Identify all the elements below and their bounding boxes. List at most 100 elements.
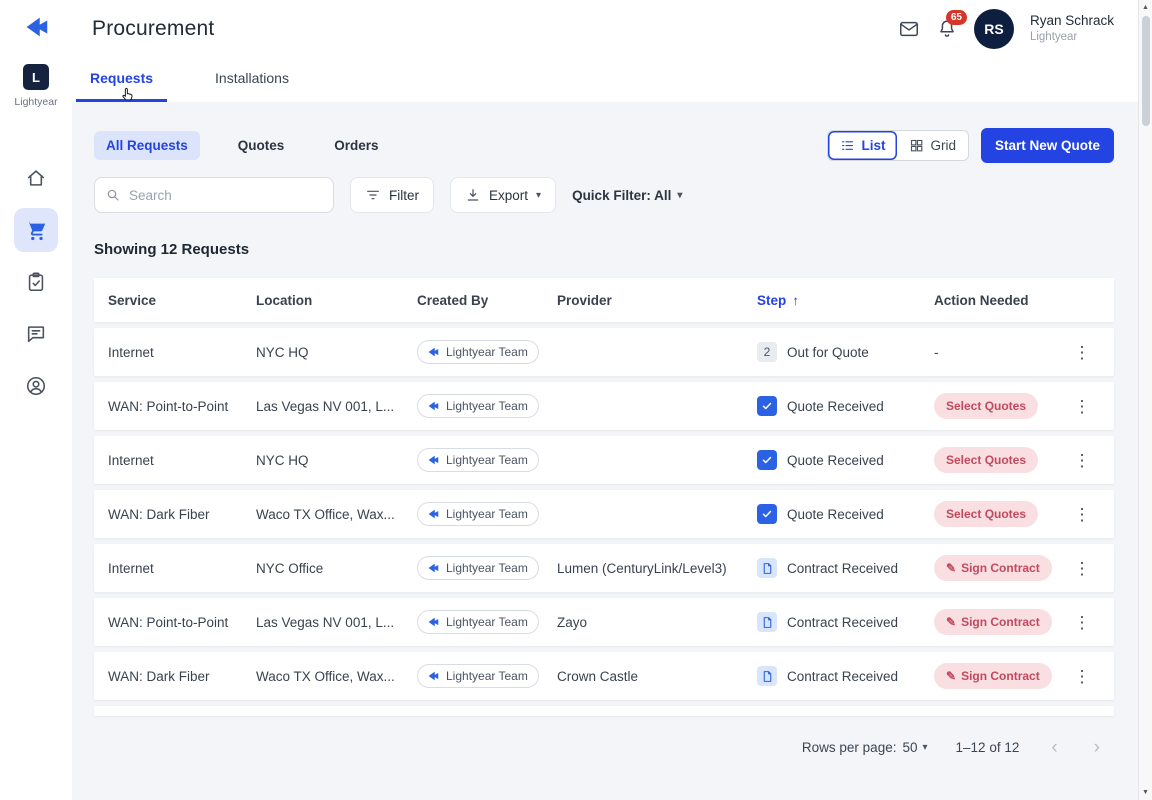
pagination: Rows per page: 50 ▾ 1–12 of 12 ‹ › xyxy=(94,716,1114,757)
cell-created-by: Lightyear Team xyxy=(417,664,557,688)
user-avatar[interactable]: RS xyxy=(973,9,1014,49)
scroll-up-arrow[interactable]: ▲ xyxy=(1139,4,1152,11)
created-by-label: Lightyear Team xyxy=(446,453,528,467)
step-label: Quote Received xyxy=(787,452,884,468)
home-icon xyxy=(27,170,45,186)
created-by-label: Lightyear Team xyxy=(446,615,528,629)
action-pill[interactable]: Select Quotes xyxy=(934,447,1039,473)
sidebar-item-tasks[interactable] xyxy=(14,260,58,304)
pencil-icon: ✎ xyxy=(946,561,957,575)
row-menu-button[interactable]: ⋮ xyxy=(1068,392,1096,420)
previous-page-button[interactable]: ‹ xyxy=(1047,738,1061,757)
user-info: Ryan Schrack Lightyear xyxy=(1030,13,1114,44)
cell-service: WAN: Point-to-Point xyxy=(108,614,229,630)
table-row[interactable]: WAN: Dark Fiber Waco TX Office, Wax... Lig… xyxy=(94,652,1114,700)
subtab-quotes[interactable]: Quotes xyxy=(226,131,297,160)
row-menu-button[interactable]: ⋮ xyxy=(1068,608,1096,636)
view-controls: List Grid Start New Quote xyxy=(827,128,1114,163)
column-created-by[interactable]: Created By xyxy=(417,293,557,308)
quote-received-icon xyxy=(757,504,777,524)
table-row[interactable]: Internet NYC HQ Lightyear Team 2 Out for Quo… xyxy=(94,328,1114,376)
table-row[interactable]: WAN: Dark Fiber Waco TX Office, Wax... Lig… xyxy=(94,490,1114,538)
cell-action-needed: Select Quotes xyxy=(934,501,1068,527)
notifications-button[interactable]: 65 xyxy=(936,10,967,40)
action-none: - xyxy=(934,344,939,360)
lightyear-logo-icon[interactable] xyxy=(21,12,51,42)
step-number-badge: 2 xyxy=(757,342,777,362)
next-page-button[interactable]: › xyxy=(1090,738,1104,757)
pencil-icon: ✎ xyxy=(946,669,957,683)
subtab-orders[interactable]: Orders xyxy=(322,131,390,160)
vertical-scrollbar[interactable]: ▲ ▼ xyxy=(1138,0,1152,800)
sidebar-item-account[interactable] xyxy=(14,364,58,408)
cell-location: NYC HQ xyxy=(256,344,309,360)
sidebar-nav xyxy=(14,156,58,408)
action-pill[interactable]: ✎ Sign Contract xyxy=(934,555,1052,581)
search-input[interactable] xyxy=(129,187,323,203)
column-action-needed[interactable]: Action Needed xyxy=(934,293,1068,308)
cell-action-needed: ✎ Sign Contract xyxy=(934,555,1068,581)
filter-toolbar: Filter Export ▾ Quick Filter: All ▾ xyxy=(94,177,1114,213)
sidebar-item-home[interactable] xyxy=(14,156,58,200)
grid-view-icon xyxy=(911,139,923,152)
cell-created-by: Lightyear Team xyxy=(417,502,557,526)
rows-per-page-select[interactable]: 50 ▾ xyxy=(902,740,927,755)
cell-service: WAN: Point-to-Point xyxy=(108,398,229,414)
cell-created-by: Lightyear Team xyxy=(417,610,557,634)
org-avatar[interactable]: L xyxy=(23,64,49,90)
search-box xyxy=(94,177,334,213)
app-window: L Lightyear Procurement 65 RS Ryan Schra… xyxy=(0,0,1152,800)
cell-location: Waco TX Office, Wax... xyxy=(256,506,395,522)
column-provider[interactable]: Provider xyxy=(557,293,757,308)
column-location[interactable]: Location xyxy=(256,293,417,308)
cell-created-by: Lightyear Team xyxy=(417,340,557,364)
table-row[interactable]: Internet NYC HQ Lightyear Team Quote Receiv… xyxy=(94,436,1114,484)
cell-action-needed: ✎ Sign Contract xyxy=(934,609,1068,635)
step-label: Out for Quote xyxy=(787,344,869,360)
row-menu-button[interactable]: ⋮ xyxy=(1068,500,1096,528)
main-panel: Procurement 65 RS Ryan Schrack Lightyear… xyxy=(72,0,1138,800)
cell-action-needed: - xyxy=(934,345,1068,360)
start-new-quote-button[interactable]: Start New Quote xyxy=(980,128,1114,163)
clipboard-check-icon xyxy=(28,272,44,292)
grid-view-button[interactable]: Grid xyxy=(897,131,968,160)
mail-button[interactable] xyxy=(898,18,920,40)
filter-button[interactable]: Filter xyxy=(350,177,434,213)
row-menu-button[interactable]: ⋮ xyxy=(1068,662,1096,690)
subtab-all-requests[interactable]: All Requests xyxy=(94,131,200,160)
table-row[interactable]: WAN: Point-to-Point Las Vegas NV 001, L..… xyxy=(94,598,1114,646)
cell-created-by: Lightyear Team xyxy=(417,448,557,472)
lightyear-logo-icon xyxy=(428,455,439,465)
row-menu-button[interactable]: ⋮ xyxy=(1068,338,1096,366)
sidebar: L Lightyear xyxy=(0,0,72,800)
scrollbar-thumb[interactable] xyxy=(1142,16,1150,126)
export-button[interactable]: Export ▾ xyxy=(450,177,557,213)
tab-installations[interactable]: Installations xyxy=(201,62,303,102)
cell-location: NYC Office xyxy=(256,560,324,576)
rows-per-page: Rows per page: 50 ▾ xyxy=(802,740,928,755)
quick-filter-button[interactable]: Quick Filter: All ▾ xyxy=(572,188,682,203)
cell-step: Contract Received xyxy=(757,558,934,578)
list-view-button[interactable]: List xyxy=(828,131,897,160)
cell-action-needed: Select Quotes xyxy=(934,393,1068,419)
table-row[interactable]: Internet NYC Office Lightyear Team Lumen (C… xyxy=(94,544,1114,592)
notification-count-badge: 65 xyxy=(945,10,967,25)
table-body: Internet NYC HQ Lightyear Team 2 Out for Quo… xyxy=(94,328,1114,700)
sidebar-item-messages[interactable] xyxy=(14,312,58,356)
cell-service: Internet xyxy=(108,344,154,360)
action-pill[interactable]: Select Quotes xyxy=(934,393,1039,419)
step-label: Contract Received xyxy=(787,560,899,576)
sidebar-item-procurement[interactable] xyxy=(14,208,58,252)
action-pill[interactable]: ✎ Sign Contract xyxy=(934,609,1052,635)
action-pill[interactable]: Select Quotes xyxy=(934,501,1039,527)
lightyear-logo-icon xyxy=(428,401,439,411)
row-menu-button[interactable]: ⋮ xyxy=(1068,446,1096,474)
cell-location: Las Vegas NV 001, L... xyxy=(256,398,395,414)
column-step-sorted[interactable]: Step ↑ xyxy=(757,293,934,308)
column-service[interactable]: Service xyxy=(108,293,256,308)
sort-asc-icon: ↑ xyxy=(792,292,800,308)
scroll-down-arrow[interactable]: ▼ xyxy=(1139,789,1152,796)
row-menu-button[interactable]: ⋮ xyxy=(1068,554,1096,582)
action-pill[interactable]: ✎ Sign Contract xyxy=(934,663,1052,689)
table-row[interactable]: WAN: Point-to-Point Las Vegas NV 001, L..… xyxy=(94,382,1114,430)
